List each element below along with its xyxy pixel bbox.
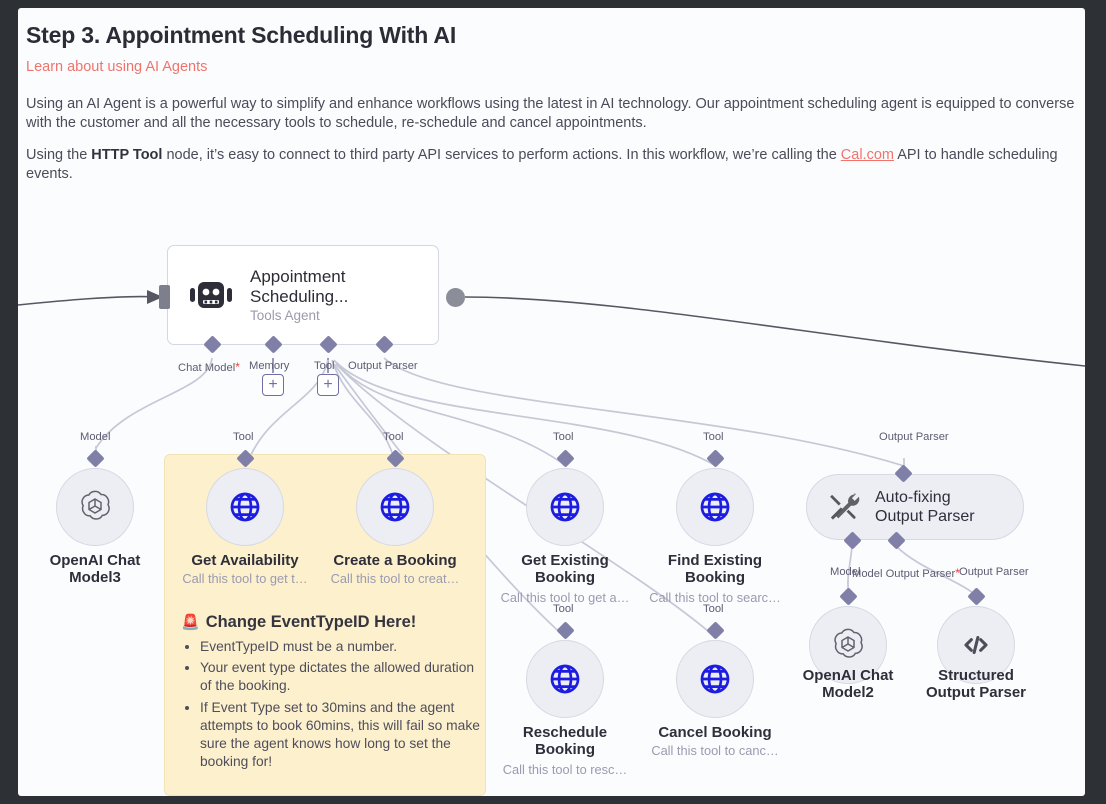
globe-icon — [700, 664, 730, 694]
port-get-existing-booking[interactable] — [556, 449, 575, 468]
port-find-existing-booking[interactable] — [706, 449, 725, 468]
list-item: If Event Type set to 30mins and the agen… — [200, 699, 481, 772]
port-label-autofix-top: Output Parser — [879, 431, 949, 443]
node-caption-cancel-booking: Cancel Booking — [658, 724, 772, 741]
page-title: Step 3. Appointment Scheduling With AI — [26, 22, 457, 48]
port-label-tool-find-existing: Tool — [703, 431, 724, 443]
port-label-model-openai3: Model — [80, 431, 111, 443]
node-title: Appointment Scheduling... — [250, 266, 349, 306]
add-tool-button[interactable]: + — [317, 374, 339, 396]
node-get-existing-booking[interactable] — [526, 468, 604, 546]
learn-about-ai-agents-link[interactable]: Learn about using AI Agents — [26, 59, 1085, 75]
node-subtitle-create-a-booking: Call this tool to creat… — [330, 571, 460, 586]
http-tool-emphasis: HTTP Tool — [91, 147, 163, 164]
para2-text-2: node, it’s easy to connect to third part… — [162, 147, 841, 164]
add-memory-button[interactable]: + — [262, 374, 284, 396]
globe-icon — [230, 492, 260, 522]
node-auto-fixing-output-parser[interactable]: Auto-fixing Output Parser — [806, 474, 1024, 540]
cal-com-link[interactable]: Cal.com — [841, 147, 894, 163]
node-subtitle-get-availability: Call this tool to get t… — [182, 571, 308, 586]
globe-icon — [550, 492, 580, 522]
code-icon — [964, 636, 988, 655]
node-appointment-scheduling-agent[interactable]: Appointment Scheduling... Tools Agent — [167, 245, 439, 345]
agent-output-connector[interactable] — [446, 288, 465, 307]
globe-icon — [550, 664, 580, 694]
list-item: EventTypeID must be a number. — [200, 638, 481, 656]
node-caption-get-existing-booking: Get Existing Booking — [521, 552, 609, 587]
node-cancel-booking[interactable] — [676, 640, 754, 718]
node-create-a-booking[interactable] — [356, 468, 434, 546]
port-label-tool-get-availability: Tool — [233, 431, 254, 443]
agent-input-connector[interactable] — [159, 285, 170, 309]
node-find-existing-booking[interactable] — [676, 468, 754, 546]
port-label-chat-model: Chat Model* — [178, 360, 240, 374]
para2-text-1: Using the — [26, 147, 92, 164]
node-caption-create-a-booking: Create a Booking — [333, 552, 457, 569]
workflow-description-note: Step 3. Appointment Scheduling With AI L… — [18, 8, 1085, 197]
robot-icon — [184, 272, 238, 318]
port-label-tool: Tool — [314, 360, 335, 372]
port-label-tool-reschedule: Tool — [553, 603, 574, 615]
openai-icon — [81, 490, 110, 520]
globe-icon — [380, 492, 410, 522]
node-caption-get-availability: Get Availability — [191, 552, 299, 569]
node-subtitle-reschedule-booking: Call this tool to resc… — [502, 762, 628, 777]
node-subtitle: Tools Agent — [250, 308, 320, 324]
port-structured-output-parser[interactable] — [967, 587, 986, 606]
port-cancel-booking[interactable] — [706, 621, 725, 640]
description-paragraph-1: Using an AI Agent is a powerful way to s… — [26, 96, 1075, 131]
node-get-availability[interactable] — [206, 468, 284, 546]
port-label-autofix-model-output-parser: Model Output Parser* — [852, 566, 960, 580]
node-caption-structured-output-parser: Structured Output Parser — [925, 667, 1027, 702]
port-label-tool-get-existing: Tool — [553, 431, 574, 443]
description-paragraph-2: Using the HTTP Tool node, it’s easy to c… — [26, 146, 1085, 183]
port-reschedule-booking[interactable] — [556, 621, 575, 640]
port-label-output-parser: Output Parser — [348, 360, 418, 372]
workflow-viewport: 🚨 Change EventTypeID Here! EventTypeID mu… — [18, 8, 1085, 796]
sticky-note-bullets: EventTypeID must be a number. Your event… — [181, 638, 481, 771]
port-label-tool-create-booking: Tool — [383, 431, 404, 443]
node-caption-reschedule-booking: Reschedule Booking — [522, 724, 608, 759]
globe-icon — [700, 492, 730, 522]
port-label-tool-cancel: Tool — [703, 603, 724, 615]
node-openai-chat-model3[interactable] — [56, 468, 134, 546]
node-caption-find-existing-booking: Find Existing Booking — [667, 552, 763, 587]
tools-icon — [830, 493, 860, 520]
openai-icon — [834, 628, 863, 658]
sticky-note-heading-text: Change EventTypeID Here! — [205, 613, 417, 631]
port-openai-chat-model2[interactable] — [839, 587, 858, 606]
sticky-note-body: 🚨 Change EventTypeID Here! EventTypeID mu… — [181, 613, 481, 774]
list-item: Your event type dictates the allowed dur… — [200, 659, 481, 695]
port-openai-chat-model3[interactable] — [86, 449, 105, 468]
node-caption-openai-chat-model3: OpenAI Chat Model3 — [49, 552, 141, 587]
node-title-autofix: Auto-fixing Output Parser — [875, 488, 975, 525]
sticky-note-heading: 🚨 Change EventTypeID Here! — [181, 613, 481, 632]
alarm-light-icon: 🚨 — [181, 614, 200, 631]
node-caption-openai-chat-model2: OpenAI Chat Model2 — [802, 667, 894, 702]
agent-text-block: Appointment Scheduling... Tools Agent — [250, 267, 400, 323]
device-frame: 🚨 Change EventTypeID Here! EventTypeID mu… — [0, 0, 1106, 804]
port-label-memory: Memory — [249, 360, 290, 372]
port-label-autofix-bottom-output-parser: Output Parser — [959, 566, 1029, 578]
node-subtitle-cancel-booking: Call this tool to canc… — [651, 743, 779, 758]
node-reschedule-booking[interactable] — [526, 640, 604, 718]
